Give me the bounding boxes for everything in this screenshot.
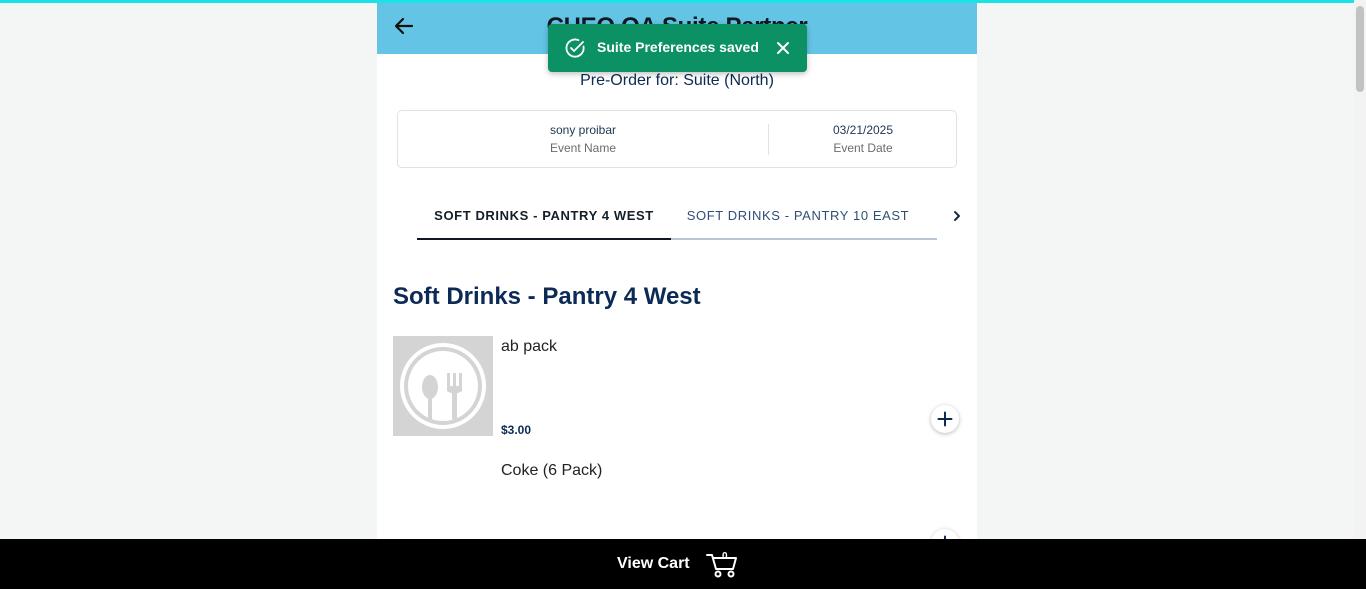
event-name-label: Event Name: [549, 141, 617, 155]
plus-icon: [937, 411, 953, 427]
close-icon: [777, 42, 789, 54]
event-name-value: sony proibar: [549, 123, 617, 137]
tab-scroll-right-button[interactable]: [949, 208, 965, 224]
view-cart-label: View Cart: [617, 555, 690, 572]
chevron-right-icon: [954, 211, 960, 221]
item-price: $3.00: [501, 423, 532, 437]
toast-close-button[interactable]: [776, 41, 790, 55]
category-tabs: SOFT DRINKS - PANTRY 4 WEST SOFT DRINKS …: [417, 193, 937, 241]
view-cart-bar[interactable]: View Cart 0: [0, 539, 1366, 589]
main-panel: CHEQ QA Suite Partner Pre-Order for: Sui…: [377, 3, 977, 539]
event-date-block: 03/21/2025 Event Date: [768, 111, 958, 167]
item-name: ab pack: [501, 338, 558, 355]
check-circle-icon: [565, 38, 585, 58]
event-name-block: sony proibar Event Name: [398, 111, 768, 167]
toast-message: Suite Preferences saved: [597, 39, 759, 55]
add-item-button[interactable]: [931, 405, 959, 433]
item-name: Coke (6 Pack): [501, 462, 603, 479]
tab-pantry-10-east[interactable]: SOFT DRINKS - PANTRY 10 EAST: [671, 193, 925, 240]
page-scrollbar[interactable]: [1354, 0, 1366, 539]
placeholder-utensils-icon: [400, 343, 486, 429]
scrollbar-thumb[interactable]: [1356, 6, 1364, 92]
tab-pantry-4-west[interactable]: SOFT DRINKS - PANTRY 4 WEST: [417, 193, 671, 240]
section-title: Soft Drinks - Pantry 4 West: [393, 283, 701, 310]
item-image: [393, 336, 493, 436]
toast-notification: Suite Preferences saved: [548, 24, 807, 72]
event-date-value: 03/21/2025: [832, 123, 894, 137]
event-date-label: Event Date: [833, 141, 893, 155]
event-info-card: sony proibar Event Name 03/21/2025 Event…: [397, 110, 957, 168]
add-item-button[interactable]: [931, 529, 959, 539]
cart-count-badge: 0: [722, 551, 728, 562]
preorder-heading: Pre-Order for: Suite (North): [580, 72, 774, 89]
